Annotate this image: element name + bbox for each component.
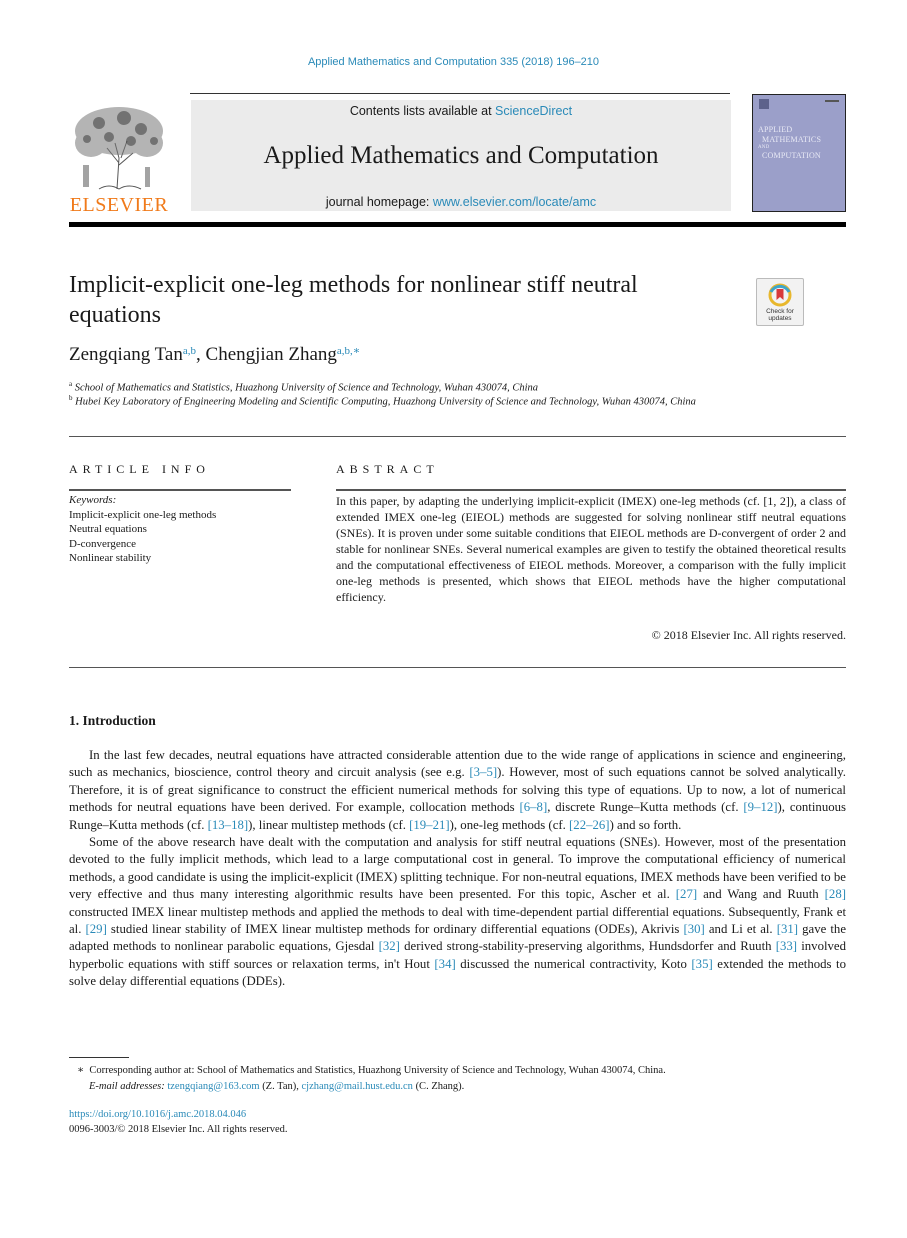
doi-block: https://doi.org/10.1016/j.amc.2018.04.04… [69, 1107, 288, 1137]
masthead-top-rule [190, 93, 730, 94]
issn-copyright: 0096-3003/© 2018 Elsevier Inc. All right… [69, 1124, 288, 1135]
check-for-updates-button[interactable]: Check for updates [756, 278, 804, 326]
cover-title-line: MATHEMATICS [762, 135, 822, 144]
contents-line: Contents lists available at ScienceDirec… [191, 104, 731, 118]
citation-link[interactable]: [33] [776, 939, 797, 953]
footnotes: ∗ Corresponding author at: School of Mat… [77, 1063, 837, 1095]
paragraph: Some of the above research have dealt wi… [69, 834, 846, 991]
journal-cover-thumbnail[interactable]: APPLIED MATHEMATICS AND COMPUTATION [752, 94, 846, 212]
front-matter-divider [69, 436, 846, 437]
keyword: D-convergence [69, 537, 136, 550]
citation-link[interactable]: [28] [825, 887, 846, 901]
abstract-bottom-divider [69, 667, 846, 668]
doi-link[interactable]: https://doi.org/10.1016/j.amc.2018.04.04… [69, 1109, 246, 1120]
affiliation-b: b Hubei Key Laboratory of Engineering Mo… [69, 391, 709, 410]
text-run: ) and so forth. [609, 817, 682, 832]
running-head[interactable]: Applied Mathematics and Computation 335 … [0, 56, 907, 68]
text-run: ), one-leg methods (cf. [449, 817, 570, 832]
affiliation-text: Hubei Key Laboratory of Engineering Mode… [75, 396, 696, 408]
author-list: Zengqiang Tana,b, Chengjian Zhanga,b,∗ [69, 344, 360, 366]
crossmark-icon [768, 283, 792, 307]
email-link[interactable]: cjzhang@mail.hust.edu.cn [302, 1081, 413, 1092]
author-separator: , [196, 344, 206, 365]
cover-logo-icon [759, 99, 769, 109]
citation-link[interactable]: [34] [434, 957, 455, 971]
author-affiliation-marks[interactable]: a,b,∗ [337, 345, 360, 357]
footnote-rule [69, 1057, 129, 1058]
text-run: studied linear stability of IMEX linear … [106, 922, 684, 937]
section-heading-introduction: 1. Introduction [69, 713, 156, 728]
keyword: Neutral equations [69, 523, 147, 535]
journal-title: Applied Mathematics and Computation [263, 142, 659, 169]
text-run: and Li et al. [704, 922, 777, 937]
journal-banner: Contents lists available at ScienceDirec… [191, 100, 731, 211]
citation-link[interactable]: [30] [683, 922, 704, 936]
cover-issn-mark [825, 100, 839, 102]
keywords-block: Keywords: Implicit-explicit one-leg meth… [69, 493, 216, 566]
homepage-prefix: journal homepage: [325, 195, 433, 209]
keywords-label: Keywords: [69, 494, 117, 506]
email-link[interactable]: tzengqiang@163.com [167, 1081, 259, 1092]
abstract-copyright: © 2018 Elsevier Inc. All rights reserved… [651, 628, 846, 642]
citation-link[interactable]: [3–5] [469, 765, 497, 779]
citation-link[interactable]: [31] [777, 922, 798, 936]
citation-link[interactable]: [27] [676, 887, 697, 901]
email-addresses: E-mail addresses: tzengqiang@163.com (Z.… [77, 1079, 837, 1095]
keyword: Nonlinear stability [69, 552, 152, 564]
email-owner: (Z. Tan), [259, 1081, 302, 1092]
elsevier-tree-icon [75, 107, 163, 190]
citation-link[interactable]: [35] [691, 957, 712, 971]
citation-link[interactable]: [13–18] [208, 818, 249, 832]
citation-link[interactable]: [29] [86, 922, 107, 936]
text-run: ), linear multistep methods (cf. [248, 817, 410, 832]
article-title: Implicit-explicit one-leg methods for no… [69, 272, 638, 328]
email-owner: (C. Zhang). [412, 1081, 465, 1092]
cover-title: APPLIED MATHEMATICS AND COMPUTATION [758, 125, 821, 161]
citation-link[interactable]: [6–8] [520, 800, 548, 814]
author-name[interactable]: Chengjian Zhang [206, 344, 337, 365]
elsevier-wordmark: ELSEVIER [69, 194, 169, 216]
affiliation-mark: b [69, 394, 73, 402]
article-info-rule [69, 489, 291, 491]
keyword: Implicit-explicit one-leg methods [69, 508, 217, 521]
footnote-mark: ∗ [77, 1065, 85, 1076]
text-run: , discrete Runge–Kutta methods (cf. [547, 800, 744, 815]
citation-link[interactable]: [9–12] [743, 800, 777, 814]
elsevier-logo[interactable]: ELSEVIER [69, 103, 169, 216]
text-run: and Wang and Ruuth [697, 887, 825, 902]
journal-homepage-link[interactable]: www.elsevier.com/locate/amc [433, 195, 596, 209]
abstract-text: In this paper, by adapting the underlyin… [336, 494, 846, 604]
citation-link[interactable]: [19–21] [409, 818, 450, 832]
cover-title-line: COMPUTATION [762, 151, 821, 160]
sciencedirect-link[interactable]: ScienceDirect [495, 104, 572, 118]
homepage-line: journal homepage: www.elsevier.com/locat… [191, 195, 731, 209]
abstract-heading: ABSTRACT [336, 462, 439, 476]
affiliation-mark: a [69, 380, 73, 388]
cover-title-line: APPLIED [758, 125, 793, 134]
masthead-bottom-rule [69, 222, 846, 227]
crossmark-label: Check for updates [766, 308, 794, 322]
corresponding-author-text: Corresponding author at: School of Mathe… [89, 1065, 666, 1076]
author-name[interactable]: Zengqiang Tan [69, 344, 183, 365]
citation-link[interactable]: [22–26] [569, 818, 610, 832]
citation-link[interactable]: [32] [379, 939, 400, 953]
email-label: E-mail addresses: [89, 1081, 168, 1092]
corresponding-author-note: ∗ Corresponding author at: School of Mat… [77, 1063, 837, 1079]
contents-prefix: Contents lists available at [349, 104, 496, 118]
article-info-heading: ARTICLE INFO [69, 462, 210, 476]
author-affiliation-marks[interactable]: a,b [183, 345, 196, 357]
introduction-body: In the last few decades, neutral equatio… [69, 747, 846, 991]
text-run: derived strong-stability-preserving algo… [399, 939, 776, 954]
text-run: discussed the numerical contractivity, K… [455, 956, 692, 971]
paragraph: In the last few decades, neutral equatio… [69, 747, 846, 834]
abstract-rule [336, 489, 846, 491]
